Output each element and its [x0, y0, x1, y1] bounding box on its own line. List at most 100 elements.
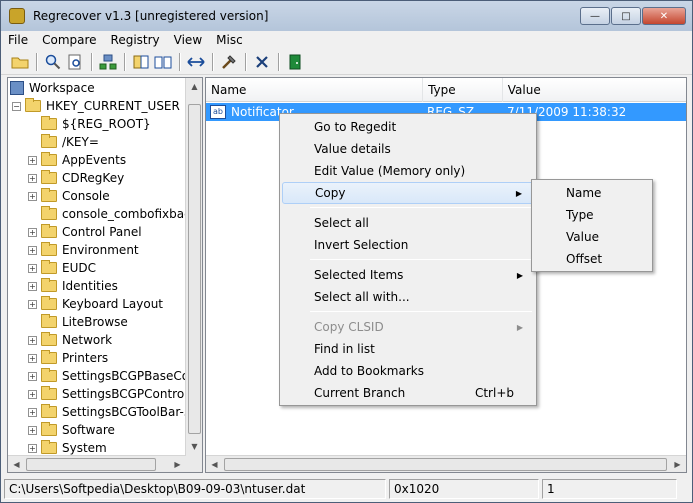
list-horizontal-scrollbar[interactable]: ◀ ▶ — [206, 455, 686, 472]
tree-item[interactable]: LiteBrowse — [28, 313, 128, 331]
network-icon[interactable] — [97, 51, 119, 73]
tree-item[interactable]: + AppEvents — [28, 151, 126, 169]
minimize-button[interactable]: — — [580, 7, 610, 25]
expand-icon[interactable]: + — [28, 245, 37, 255]
column-name[interactable]: Name — [206, 78, 424, 102]
tree-vertical-scrollbar[interactable]: ▲ ▼ — [185, 78, 202, 472]
scroll-left-arrow-icon[interactable]: ◀ — [8, 456, 25, 472]
column-type[interactable]: Type — [423, 78, 503, 102]
maximize-button[interactable]: □ — [611, 7, 641, 25]
tree-item[interactable]: + CDRegKey — [28, 169, 124, 187]
copy-submenu: Name Type Value Offset — [531, 179, 653, 272]
tree-workspace[interactable]: Workspace — [10, 79, 95, 97]
folder-icon — [41, 242, 57, 256]
swap-icon[interactable] — [185, 51, 207, 73]
expand-icon[interactable]: + — [28, 299, 37, 309]
hscroll-thumb[interactable] — [26, 458, 156, 471]
tree-item[interactable]: console_combofixback — [28, 205, 198, 223]
tree-item[interactable]: + Environment — [28, 241, 139, 259]
tree-item[interactable]: + SettingsBCGPBaseCont — [28, 367, 201, 385]
context-menu-item[interactable]: Find in list — [282, 338, 534, 360]
expand-icon[interactable]: + — [28, 425, 37, 435]
expand-icon[interactable]: + — [28, 389, 37, 399]
list-hscroll-thumb[interactable] — [224, 458, 667, 471]
close-button[interactable]: ✕ — [642, 7, 686, 25]
tree-item[interactable]: + Software — [28, 421, 115, 439]
context-menu-item[interactable]: Current Branch Ctrl+b — [282, 382, 534, 404]
context-menu-item[interactable]: Edit Value (Memory only) — [282, 160, 534, 182]
submenu-arrow-icon: ▶ — [516, 270, 523, 280]
menu-separator — [310, 259, 532, 260]
tree-item[interactable]: + Printers — [28, 349, 108, 367]
scroll-right-arrow-icon[interactable]: ▶ — [169, 456, 186, 472]
find-values-icon[interactable] — [64, 51, 86, 73]
menu-compare[interactable]: Compare — [35, 33, 103, 47]
compare-left-icon[interactable] — [130, 51, 152, 73]
tree-item[interactable]: + Control Panel — [28, 223, 142, 241]
expand-icon[interactable]: + — [28, 407, 37, 417]
copy-submenu-item[interactable]: Offset — [534, 248, 650, 270]
context-menu-item[interactable]: Go to Regedit — [282, 116, 534, 138]
context-menu-item-label: Selected Items — [314, 268, 404, 282]
list-header: Name Type Value — [206, 78, 686, 102]
open-folder-icon[interactable] — [9, 51, 31, 73]
delete-icon[interactable] — [251, 51, 273, 73]
tree-root[interactable]: − HKEY_CURRENT_USER — [12, 97, 180, 115]
menu-registry[interactable]: Registry — [104, 33, 167, 47]
list-scroll-left-arrow-icon[interactable]: ◀ — [206, 456, 223, 472]
book-icon[interactable] — [152, 51, 174, 73]
expand-icon[interactable]: + — [28, 191, 37, 201]
status-offset: 0x1020 — [389, 478, 539, 499]
context-menu-item[interactable]: Invert Selection — [282, 234, 534, 256]
tree-item-label: Identities — [62, 279, 118, 293]
tree-item[interactable]: + Console — [28, 187, 110, 205]
tree-item[interactable]: ${REG_ROOT} — [28, 115, 151, 133]
search-icon[interactable] — [42, 51, 64, 73]
scroll-thumb[interactable] — [188, 104, 201, 434]
expand-icon[interactable]: + — [28, 155, 37, 165]
context-menu-item-label: Edit Value (Memory only) — [314, 164, 466, 178]
context-menu-item[interactable]: Select all with... — [282, 286, 534, 308]
title-bar[interactable]: Regrecover v1.3 [unregistered version] —… — [1, 1, 692, 31]
context-menu-item[interactable]: Select all — [282, 212, 534, 234]
menu-file[interactable]: File — [1, 33, 35, 47]
expand-icon[interactable]: + — [28, 281, 37, 291]
exit-door-icon[interactable] — [284, 51, 306, 73]
scroll-down-arrow-icon[interactable]: ▼ — [186, 438, 202, 455]
tree-item[interactable]: /KEY= — [28, 133, 99, 151]
copy-submenu-item[interactable]: Type — [534, 204, 650, 226]
context-menu-item[interactable]: Add to Bookmarks — [282, 360, 534, 382]
folder-icon — [41, 440, 57, 454]
expand-icon[interactable]: + — [28, 353, 37, 363]
expand-icon[interactable]: + — [28, 335, 37, 345]
expand-icon[interactable]: + — [28, 443, 37, 453]
tree-horizontal-scrollbar[interactable]: ◀ ▶ — [8, 455, 186, 472]
submenu-arrow-icon: ▶ — [515, 188, 522, 198]
context-menu-item[interactable]: Copy ▶ — [282, 182, 534, 204]
tools-icon[interactable] — [218, 51, 240, 73]
tree-item[interactable]: + EUDC — [28, 259, 96, 277]
tree-item[interactable]: + SettingsBCGPControlB — [28, 385, 196, 403]
context-menu-item[interactable]: Value details — [282, 138, 534, 160]
tree-item[interactable]: + Identities — [28, 277, 118, 295]
scroll-up-arrow-icon[interactable]: ▲ — [186, 78, 202, 95]
tree-item-label: System — [62, 441, 107, 455]
copy-submenu-item[interactable]: Name — [534, 182, 650, 204]
expand-icon[interactable]: + — [28, 227, 37, 237]
tree-item-label: ${REG_ROOT} — [62, 117, 151, 131]
menu-misc[interactable]: Misc — [209, 33, 250, 47]
expand-icon[interactable]: + — [28, 371, 37, 381]
registry-tree[interactable]: Workspace − HKEY_CURRENT_USER ${REG_ROOT… — [7, 77, 203, 473]
copy-submenu-item[interactable]: Value — [534, 226, 650, 248]
expand-icon[interactable]: + — [28, 263, 37, 273]
expand-icon[interactable]: + — [28, 173, 37, 183]
collapse-icon[interactable]: − — [12, 101, 21, 111]
folder-icon — [41, 332, 57, 346]
list-scroll-right-arrow-icon[interactable]: ▶ — [669, 456, 686, 472]
tree-item[interactable]: + Network — [28, 331, 112, 349]
tree-item[interactable]: + SettingsBCGToolBar-59 — [28, 403, 199, 421]
tree-item[interactable]: + Keyboard Layout — [28, 295, 163, 313]
context-menu-item[interactable]: Selected Items ▶ — [282, 264, 534, 286]
column-value[interactable]: Value — [503, 78, 686, 102]
menu-view[interactable]: View — [167, 33, 209, 47]
